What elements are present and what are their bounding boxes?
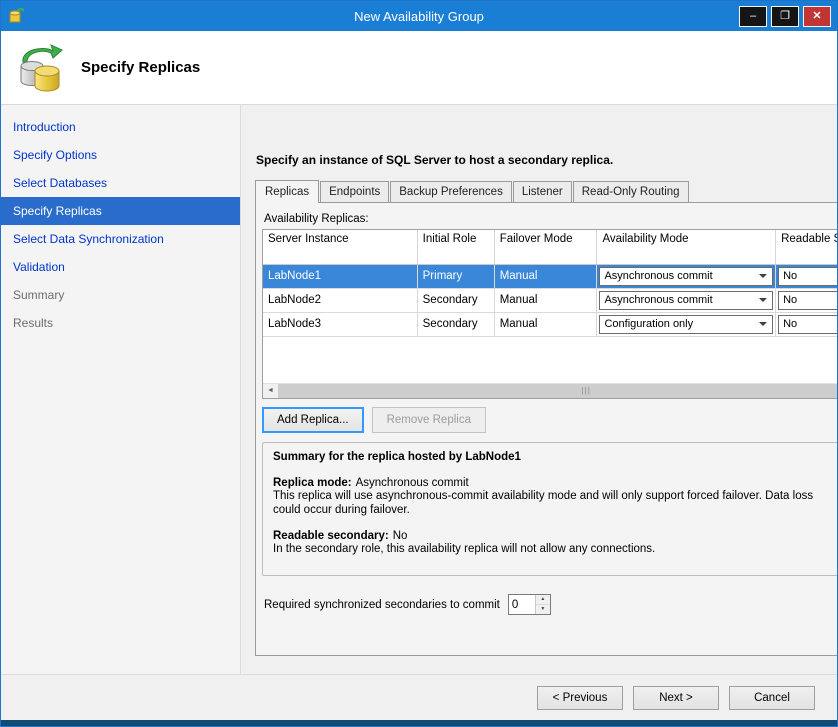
readable-secondary-line: Readable secondary: No xyxy=(273,530,837,542)
tab-read-only-routing[interactable]: Read-Only Routing xyxy=(573,181,689,202)
col-readable-secondary[interactable]: Readable Secondary xyxy=(776,230,837,264)
remove-replica-button[interactable]: Remove Replica xyxy=(372,407,486,433)
tab-backup-preferences[interactable]: Backup Preferences xyxy=(390,181,512,202)
page-title: Specify Replicas xyxy=(81,59,200,76)
chevron-down-icon xyxy=(759,274,767,278)
cell-failover-mode[interactable]: Manual xyxy=(494,288,597,312)
dialog-footer: < Previous Next > Cancel xyxy=(1,674,837,720)
replicas-tab-panel: Availability Replicas: Server Instance I… xyxy=(255,202,837,656)
horizontal-scrollbar[interactable]: ◄ ||| ► xyxy=(263,383,837,398)
table-row[interactable]: LabNode1 Primary Manual Asynchronous com… xyxy=(263,264,837,288)
replica-mode-description: This replica will use asynchronous-commi… xyxy=(273,489,818,517)
cell-initial-role[interactable]: Primary xyxy=(417,264,494,288)
availability-mode-dropdown[interactable]: Asynchronous commit xyxy=(599,267,773,286)
minimize-button[interactable]: – xyxy=(739,6,767,27)
tab-endpoints[interactable]: Endpoints xyxy=(320,181,389,202)
spin-up-icon[interactable]: ▲ xyxy=(536,595,550,605)
readable-secondary-dropdown[interactable]: No xyxy=(778,315,837,334)
window-bottom-border xyxy=(1,720,837,726)
sidebar-item-validation[interactable]: Validation xyxy=(1,253,240,281)
sidebar-item-introduction[interactable]: Introduction xyxy=(1,113,240,141)
availability-mode-dropdown[interactable]: Asynchronous commit xyxy=(599,291,773,310)
scrollbar-thumb[interactable]: ||| xyxy=(278,384,837,398)
main-content: ?Help Specify an instance of SQL Server … xyxy=(241,105,837,674)
cell-initial-role[interactable]: Secondary xyxy=(417,312,494,336)
dropdown-value: Asynchronous commit xyxy=(604,294,712,306)
table-row[interactable]: LabNode3 Secondary Manual Configuration … xyxy=(263,312,837,336)
close-button[interactable]: ✕ xyxy=(803,6,831,27)
sidebar-item-specify-replicas[interactable]: Specify Replicas xyxy=(1,197,240,225)
dropdown-value: Asynchronous commit xyxy=(604,270,712,282)
chevron-down-icon xyxy=(759,322,767,326)
col-initial-role[interactable]: Initial Role xyxy=(417,230,494,264)
availability-group-icon xyxy=(17,43,63,93)
dropdown-value: No xyxy=(783,318,797,330)
col-availability-mode[interactable]: Availability Mode xyxy=(597,230,776,264)
previous-button[interactable]: < Previous xyxy=(537,686,623,710)
replica-summary-panel: Summary for the replica hosted by LabNod… xyxy=(262,442,837,576)
sidebar-item-summary: Summary xyxy=(1,281,240,309)
dialog-window: New Availability Group – ❐ ✕ xyxy=(0,0,838,727)
grid-header-row: Server Instance Initial Role Failover Mo… xyxy=(263,230,837,264)
title-bar[interactable]: New Availability Group – ❐ ✕ xyxy=(1,1,837,31)
add-replica-button[interactable]: Add Replica... xyxy=(262,407,364,433)
sidebar-item-select-data-sync[interactable]: Select Data Synchronization xyxy=(1,225,240,253)
secondaries-to-commit-label: Required synchronized secondaries to com… xyxy=(264,599,500,611)
cancel-button[interactable]: Cancel xyxy=(729,686,815,710)
replica-actions: Add Replica... Remove Replica xyxy=(262,407,837,433)
dropdown-value: Configuration only xyxy=(604,318,693,330)
sidebar-item-specify-options[interactable]: Specify Options xyxy=(1,141,240,169)
spinner-buttons: ▲ ▼ xyxy=(535,595,550,614)
cell-server-instance[interactable]: LabNode1 xyxy=(263,264,417,288)
replica-mode-label: Replica mode: xyxy=(273,477,352,489)
col-server-instance[interactable]: Server Instance xyxy=(263,230,417,264)
chevron-down-icon xyxy=(759,298,767,302)
sidebar-item-results: Results xyxy=(1,309,240,337)
instruction-text: Specify an instance of SQL Server to hos… xyxy=(256,153,837,167)
maximize-button[interactable]: ❐ xyxy=(771,6,799,27)
quorum-row: Required synchronized secondaries to com… xyxy=(262,594,837,615)
window-controls: – ❐ ✕ xyxy=(739,6,837,27)
tab-listener[interactable]: Listener xyxy=(513,181,572,202)
availability-replicas-label: Availability Replicas: xyxy=(264,213,837,225)
readable-secondary-description: In the secondary role, this availability… xyxy=(273,542,818,556)
readable-secondary-label: Readable secondary: xyxy=(273,530,389,542)
sidebar-item-select-databases[interactable]: Select Databases xyxy=(1,169,240,197)
col-failover-mode[interactable]: Failover Mode xyxy=(494,230,597,264)
readable-secondary-dropdown[interactable]: No xyxy=(778,291,837,310)
replica-mode-line: Replica mode: Asynchronous commit xyxy=(273,477,837,489)
cell-failover-mode[interactable]: Manual xyxy=(494,264,597,288)
wizard-header: Specify Replicas xyxy=(1,31,837,105)
replicas-grid: Server Instance Initial Role Failover Mo… xyxy=(262,229,837,399)
tab-strip: Replicas Endpoints Backup Preferences Li… xyxy=(255,180,837,202)
cell-server-instance[interactable]: LabNode2 xyxy=(263,288,417,312)
cell-server-instance[interactable]: LabNode3 xyxy=(263,312,417,336)
spin-down-icon[interactable]: ▼ xyxy=(536,605,550,614)
replica-mode-value: Asynchronous commit xyxy=(356,477,469,489)
cell-initial-role[interactable]: Secondary xyxy=(417,288,494,312)
scrollbar-grip-icon: ||| xyxy=(582,384,591,398)
secondaries-input[interactable] xyxy=(509,595,535,614)
tab-replicas[interactable]: Replicas xyxy=(255,180,319,203)
dropdown-value: No xyxy=(783,294,797,306)
app-icon xyxy=(8,7,26,25)
wizard-steps: Introduction Specify Options Select Data… xyxy=(1,105,241,674)
summary-title: Summary for the replica hosted by LabNod… xyxy=(273,451,837,463)
readable-secondary-value: No xyxy=(393,530,408,542)
help-row: ?Help xyxy=(255,111,837,133)
window-title: New Availability Group xyxy=(1,9,837,24)
scroll-left-icon[interactable]: ◄ xyxy=(263,384,278,398)
cell-failover-mode[interactable]: Manual xyxy=(494,312,597,336)
next-button[interactable]: Next > xyxy=(633,686,719,710)
availability-mode-dropdown[interactable]: Configuration only xyxy=(599,315,773,334)
dropdown-value: No xyxy=(783,270,797,282)
dialog-body: Introduction Specify Options Select Data… xyxy=(1,105,837,674)
readable-secondary-dropdown[interactable]: No xyxy=(778,267,837,286)
secondaries-spinner[interactable]: ▲ ▼ xyxy=(508,594,551,615)
scrollbar-track[interactable]: ||| xyxy=(278,384,837,398)
table-row[interactable]: LabNode2 Secondary Manual Asynchronous c… xyxy=(263,288,837,312)
